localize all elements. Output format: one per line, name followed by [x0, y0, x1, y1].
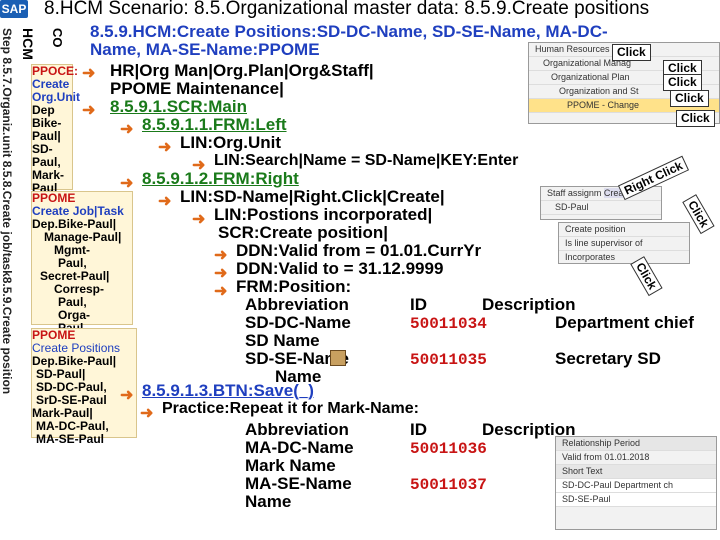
table1-header-abbreviation: Abbreviation — [245, 295, 349, 314]
arrow-icon: ➜ — [214, 247, 228, 264]
table2-id-cell: 50011036 — [410, 440, 487, 458]
arrow-icon: ➜ — [140, 405, 154, 422]
click-callout: Click — [670, 90, 709, 107]
save-icon — [330, 350, 346, 366]
arrow-icon: ➜ — [214, 265, 228, 282]
arrow-icon: ➜ — [120, 121, 134, 138]
table1-id-cell: 50011034 — [410, 315, 487, 333]
sidebox-ppoce: PPOCE: Create Org.Unit Dep Bike- Paul| S… — [31, 64, 80, 195]
arrow-icon: ➜ — [214, 283, 228, 300]
click-callout: Click — [663, 74, 702, 91]
relationship-row: Short Text — [556, 465, 716, 479]
table1-desc-cell: Secretary SD — [555, 349, 661, 368]
screenshot-relationship-period: Relationship Period Valid from 01.01.201… — [555, 436, 717, 530]
positions-incorporated-line: LIN:Postions incorporated| — [214, 205, 433, 224]
search-line: LIN:Search|Name = SD-Name|KEY:Enter — [214, 152, 519, 169]
table2-abbrev-cell: Mark Name — [245, 456, 336, 475]
vertical-co-label: CO — [50, 28, 65, 48]
arrow-icon: ➜ — [120, 175, 134, 192]
transaction-line: PPOME Maintenance| — [110, 79, 284, 98]
arrow-icon: ➜ — [158, 139, 172, 156]
valid-from-line: DDN:Valid from = 01.01.CurrYr — [236, 241, 482, 260]
sidebox-ppome-job: PPOME Create Job|Task Dep.Bike-Paul| Man… — [31, 191, 133, 335]
arrow-icon: ➜ — [82, 102, 96, 119]
sap-logo: SAP — [0, 0, 28, 18]
table1-header-id: ID — [410, 295, 427, 314]
create-position-row: Incorporates — [559, 251, 689, 263]
screen-main-link[interactable]: 8.5.9.1.SCR:Main — [110, 97, 247, 116]
menu-path-line: HR|Org Man|Org.Plan|Org&Staff| — [110, 61, 374, 80]
table1-desc-cell: Department chief — [555, 313, 694, 332]
arrow-icon: ➜ — [82, 65, 96, 82]
table1-id-cell: 50011035 — [410, 351, 487, 369]
screenshot-create-position: Create position Is line supervisor of In… — [558, 222, 690, 264]
heading-line-2: Name, MA-SE-Name:PPOME — [90, 40, 320, 59]
right-click-line: LIN:SD-Name|Right.Click|Create| — [180, 187, 445, 206]
relationship-row: SD-DC-Paul Department ch — [556, 479, 716, 493]
table2-header-description: Description — [482, 420, 576, 439]
create-position-row: Create position — [559, 223, 689, 237]
table2-header-abbreviation: Abbreviation — [245, 420, 349, 439]
save-button-link[interactable]: 8.5.9.1.3.BTN:Save(_) — [142, 381, 314, 400]
staff-header: Staff assignm — [547, 188, 602, 198]
vertical-hcm-label: HCM — [20, 28, 36, 60]
arrow-icon: ➜ — [192, 211, 206, 228]
table1-abbrev-cell: SD Name — [245, 331, 320, 350]
table1-abbrev-cell: SD-DC-Name — [245, 313, 351, 332]
table2-header-id: ID — [410, 420, 427, 439]
click-callout: Click — [676, 110, 715, 127]
slide-title: 8.HCM Scenario: 8.5.Organizational maste… — [44, 0, 650, 19]
valid-to-line: DDN:Valid to = 31.12.9999 — [236, 259, 444, 278]
table2-id-cell: 50011037 — [410, 476, 487, 494]
relationship-row: SD-SE-Paul — [556, 493, 716, 507]
table1-header-description: Description — [482, 295, 576, 314]
create-position-screen-line: SCR:Create position| — [218, 223, 389, 242]
create-position-row: Is line supervisor of — [559, 237, 689, 251]
org-unit-line: LIN:Org.Unit — [180, 133, 282, 152]
sidebox-line: MA-SE-Paul — [36, 432, 105, 446]
frame-left-link[interactable]: 8.5.9.1.1.FRM:Left — [142, 115, 287, 134]
practice-line: Practice:Repeat it for Mark-Name: — [162, 400, 419, 417]
sidebox-ppome-positions: PPOME Create Positions Dep.Bike-Paul| SD… — [31, 328, 137, 446]
table2-abbrev-cell: Name — [245, 492, 292, 511]
table2-abbrev-cell: MA-DC-Name — [245, 438, 354, 457]
table2-abbrev-cell: MA-SE-Name — [245, 474, 352, 493]
frame-right-link[interactable]: 8.5.9.1.2.FRM:Right — [142, 169, 299, 188]
heading-line-1: 8.5.9.HCM:Create Positions:SD-DC-Name, S… — [90, 22, 608, 41]
click-callout: Click — [612, 44, 651, 61]
position-frame-line: FRM:Position: — [236, 277, 352, 296]
staff-row: SD-Paul — [541, 201, 661, 215]
relationship-row: Relationship Period — [556, 437, 716, 451]
vertical-step-label: Step 8.5.7.Organiz.unit 8.5.8.Create job… — [0, 28, 14, 395]
relationship-row: Valid from 01.01.2018 — [556, 451, 716, 465]
arrow-icon: ➜ — [158, 193, 172, 210]
arrow-icon: ➜ — [120, 387, 134, 404]
